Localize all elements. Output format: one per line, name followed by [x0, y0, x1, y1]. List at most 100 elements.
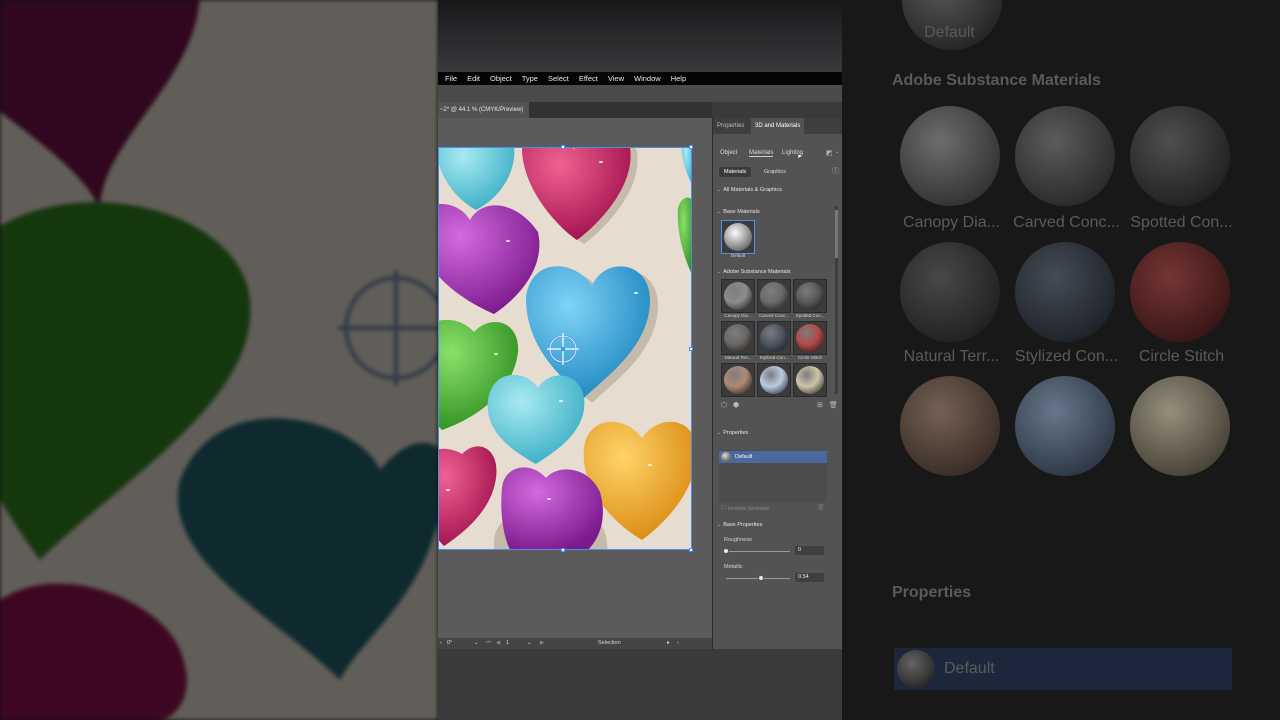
metallic-slider-knob[interactable] — [757, 575, 764, 581]
control-bar — [438, 85, 842, 102]
3d-cube-icon[interactable]: ⬡ — [721, 402, 727, 409]
material-sphere — [760, 366, 788, 394]
info-icon[interactable]: ⓘ — [832, 168, 839, 175]
material-sphere — [796, 282, 824, 310]
material-swatch[interactable] — [757, 279, 791, 313]
roughness-value-field[interactable]: 0 — [795, 546, 824, 555]
prev-artboard-icon[interactable]: ◀ — [496, 640, 500, 646]
material-sphere — [724, 324, 752, 352]
chevron-down-icon: ⌄ — [717, 269, 722, 275]
resize-handle[interactable] — [561, 548, 565, 552]
base-materials-label: Base Materials — [723, 209, 760, 215]
subtab-materials[interactable]: Materials — [719, 167, 752, 177]
material-sphere — [796, 366, 824, 394]
first-artboard-icon[interactable]: ⏮ — [486, 640, 491, 647]
metallic-value-field[interactable]: 0.54 — [795, 573, 824, 582]
material-swatch[interactable] — [721, 321, 755, 355]
materials-scroll-thumb[interactable] — [835, 210, 838, 258]
material-default-label: Default — [730, 253, 746, 258]
material-label: Spotted Con... — [795, 313, 825, 318]
segment-materials[interactable]: Materials — [749, 150, 774, 157]
tab-3d-materials[interactable]: 3D and Materials — [751, 118, 805, 134]
base-properties-section[interactable]: ⌄ Base Properties — [717, 522, 762, 528]
status-bar: ‹ 0° ⌄ ⏮ ◀ 1 ⌄ ▶ Selection ▸ ‹ — [438, 638, 712, 649]
material-swatch[interactable] — [757, 321, 791, 355]
invisible-geometry-checkbox[interactable]: ☐ — [721, 505, 726, 511]
roughness-slider-knob[interactable] — [723, 548, 729, 554]
menu-bar: File Edit Object Type Select Effect View… — [438, 72, 842, 85]
menu-help[interactable]: Help — [671, 74, 686, 83]
material-default-swatch[interactable] — [721, 220, 755, 254]
material-label: Stylized Con... — [759, 355, 789, 360]
artboard-number-field[interactable]: 1 — [506, 640, 509, 646]
segment-object[interactable]: Object — [720, 150, 737, 156]
material-swatch[interactable] — [721, 279, 755, 313]
material-sphere — [760, 282, 788, 310]
rotation-dropdown-icon[interactable]: ⌄ — [474, 640, 479, 646]
subtab-graphics[interactable]: Graphics — [759, 167, 791, 177]
menu-effect[interactable]: Effect — [579, 74, 598, 83]
material-swatch[interactable] — [793, 279, 827, 313]
rotation-field[interactable]: 0° — [447, 640, 452, 646]
menu-edit[interactable]: Edit — [467, 74, 480, 83]
properties-label: Properties — [723, 430, 749, 436]
material-sphere — [724, 223, 752, 251]
chevron-down-icon: ⌄ — [717, 430, 722, 436]
window-top-blank — [438, 0, 842, 72]
current-tool-label: Selection — [598, 640, 621, 646]
material-sphere — [724, 366, 752, 394]
resize-handle[interactable] — [561, 145, 565, 149]
chevron-down-icon: ⌄ — [717, 209, 722, 215]
material-sphere — [796, 324, 824, 352]
properties-section[interactable]: ⌄ Properties — [717, 430, 748, 436]
delete-property-icon[interactable]: 🗑 — [817, 505, 825, 511]
menu-select[interactable]: Select — [548, 74, 569, 83]
import-material-icon[interactable]: ⬢ — [733, 402, 739, 409]
menu-window[interactable]: Window — [634, 74, 661, 83]
document-tab[interactable]: ~2* @ 44.1 % (CMYK/Preview) — [438, 102, 530, 118]
all-materials-section[interactable]: ⌄ All Materials & Graphics — [717, 187, 782, 193]
base-properties-label: Base Properties — [723, 522, 763, 528]
menu-file[interactable]: File — [445, 74, 457, 83]
delete-material-icon[interactable]: 🗑 — [829, 402, 838, 409]
tab-properties[interactable]: Properties — [713, 118, 748, 134]
property-default-label: Default — [735, 454, 753, 460]
resize-handle[interactable] — [689, 347, 693, 351]
property-sphere — [721, 452, 731, 462]
3d-rotate-widget-icon[interactable] — [546, 332, 582, 368]
add-material-icon[interactable]: ⊞ — [817, 402, 823, 409]
menu-type[interactable]: Type — [522, 74, 538, 83]
render-dropdown-icon[interactable]: ⌄ — [835, 150, 839, 155]
resize-handle[interactable] — [689, 548, 693, 552]
resize-handle[interactable] — [689, 145, 693, 149]
material-swatch[interactable] — [793, 321, 827, 355]
next-artboard-icon[interactable]: ▶ — [540, 640, 544, 646]
material-swatch[interactable] — [721, 363, 755, 397]
background-hearts — [0, 0, 438, 720]
roughness-label: Roughness — [724, 537, 752, 543]
material-swatch[interactable] — [757, 363, 791, 397]
material-label: Carved Conc... — [758, 313, 789, 318]
background-right-zoom: Default Adobe Substance Materials Canopy… — [842, 0, 1280, 720]
document-tab-row: ~2* @ 44.1 % (CMYK/Preview) — [438, 102, 712, 118]
artboard-dropdown-icon[interactable]: ⌄ — [527, 640, 532, 646]
status-scroll-icon[interactable]: ‹ — [677, 640, 679, 646]
substance-materials-section[interactable]: ⌄ Adobe Substance Materials — [717, 269, 790, 275]
material-sphere — [760, 324, 788, 352]
material-swatch[interactable] — [793, 363, 827, 397]
roughness-slider-track[interactable] — [726, 551, 790, 552]
render-settings-icon[interactable]: ◩ — [826, 150, 833, 157]
3d-materials-panel: Properties 3D and Materials Object Mater… — [712, 118, 842, 649]
chevron-down-icon: ⌄ — [717, 522, 722, 528]
invisible-geometry-label: Invisible Geometry — [728, 506, 770, 512]
canvas[interactable] — [438, 118, 712, 638]
base-materials-section[interactable]: ⌄ Base Materials — [717, 209, 760, 215]
menu-object[interactable]: Object — [490, 74, 512, 83]
chevron-down-icon: ⌄ — [717, 187, 722, 193]
material-label: Natural Terr... — [724, 355, 752, 360]
property-default-row[interactable]: Default — [719, 451, 827, 463]
status-menu-icon[interactable]: ▸ — [667, 640, 670, 646]
background-left-blur — [0, 0, 438, 720]
substance-materials-label: Adobe Substance Materials — [723, 269, 791, 275]
menu-view[interactable]: View — [608, 74, 624, 83]
